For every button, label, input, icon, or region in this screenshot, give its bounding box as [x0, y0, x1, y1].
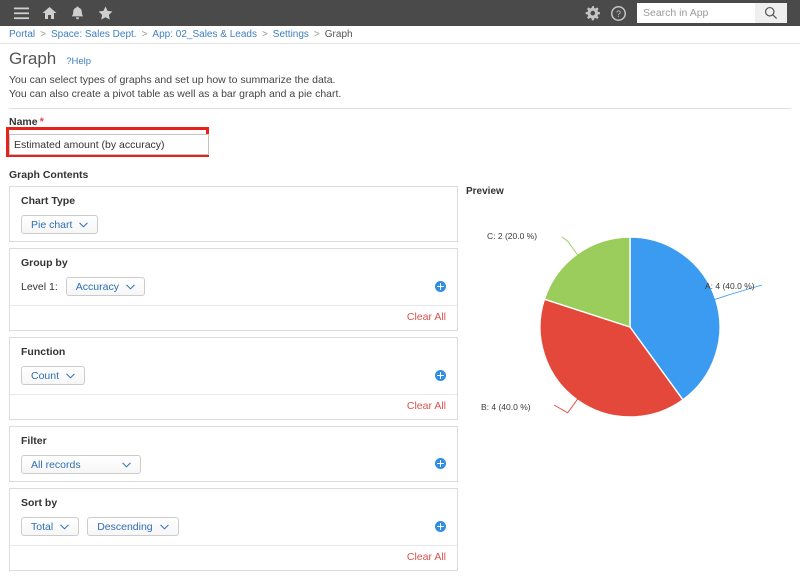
pie-chart-preview: A: 4 (40.0 %) B: 4 (40.0 %) C: 2 (20.0 %…: [462, 199, 798, 429]
page-description-line-1: You can select types of graphs and set u…: [9, 74, 336, 86]
search-bar[interactable]: [637, 3, 787, 23]
chevron-down-icon: [79, 219, 89, 231]
breadcrumb-separator: >: [141, 29, 148, 40]
content-columns: Chart Type Pie chart Group by Level 1: A…: [0, 186, 800, 577]
graph-contents-label: Graph Contents: [9, 169, 89, 181]
card-group-by: Group by Level 1: Accuracy Clear All: [9, 248, 458, 331]
group-by-field-value: Accuracy: [75, 280, 119, 293]
breadcrumb-separator: >: [40, 29, 46, 40]
pie-label-c: C: 2 (20.0 %): [487, 231, 538, 241]
search-input[interactable]: [637, 3, 755, 23]
search-icon: [764, 6, 778, 20]
svg-text:?: ?: [616, 8, 621, 18]
breadcrumb-item-graph: Graph: [324, 29, 353, 40]
chart-type-value: Pie chart: [31, 218, 73, 231]
chevron-down-icon: [60, 521, 69, 533]
chart-type-controls: Pie chart: [21, 215, 446, 234]
sort-by-order-value: Descending: [97, 520, 153, 533]
home-icon[interactable]: [36, 0, 62, 26]
preview-column: Preview A: 4 (40.0 %) B: 4 (40.0 %) C: 2…: [458, 186, 800, 429]
card-chart-type: Chart Type Pie chart: [9, 186, 458, 242]
add-group-by-button[interactable]: [435, 281, 446, 292]
card-title-function: Function: [21, 346, 66, 358]
breadcrumb-separator: >: [261, 29, 268, 40]
breadcrumb-item-portal[interactable]: Portal: [9, 29, 35, 40]
page-header: Graph ?Help You can select types of grap…: [0, 45, 800, 101]
top-bar-right: ?: [579, 0, 800, 26]
name-input[interactable]: [9, 134, 209, 155]
page-description-line-2: You can also create a pivot table as wel…: [9, 88, 342, 100]
sort-by-order-dropdown[interactable]: Descending: [87, 517, 179, 536]
card-sort-by: Sort by Total Descending Clear All: [9, 488, 458, 571]
group-by-level-label: Level 1:: [21, 280, 58, 293]
star-icon[interactable]: [92, 0, 118, 26]
search-button[interactable]: [755, 3, 787, 23]
name-field-group: Name *: [0, 109, 800, 157]
settings-column: Chart Type Pie chart Group by Level 1: A…: [0, 186, 458, 577]
top-bar-left-icons: [0, 0, 118, 26]
breadcrumb-separator: >: [313, 29, 320, 40]
group-by-controls: Level 1: Accuracy: [21, 277, 446, 296]
function-controls: Count: [21, 366, 446, 385]
pie-label-a: A: 4 (40.0 %): [705, 281, 755, 291]
chevron-down-icon: [159, 521, 169, 533]
add-filter-button[interactable]: [435, 458, 446, 469]
pie-label-b: B: 4 (40.0 %): [481, 402, 531, 412]
card-title-filter: Filter: [21, 435, 47, 447]
breadcrumb-item-app[interactable]: App: 02_Sales & Leads: [152, 29, 257, 40]
filter-value: All records: [31, 458, 81, 471]
page-title: Graph: [9, 49, 57, 68]
page-content: Graph ?Help You can select types of grap…: [0, 45, 800, 577]
chevron-down-icon: [126, 281, 135, 293]
clear-all-function[interactable]: Clear All: [21, 395, 446, 412]
clear-all-sort-by[interactable]: Clear All: [21, 546, 446, 563]
bell-icon[interactable]: [64, 0, 90, 26]
card-filter: Filter All records: [9, 426, 458, 482]
group-by-field-dropdown[interactable]: Accuracy: [65, 277, 145, 296]
filter-controls: All records: [21, 455, 446, 474]
add-sort-by-button[interactable]: [435, 521, 446, 532]
card-title-sort-by: Sort by: [21, 497, 58, 509]
card-title-chart-type: Chart Type: [21, 195, 76, 207]
card-function: Function Count Clear All: [9, 337, 458, 420]
title-row: Graph ?Help: [9, 45, 791, 73]
gear-icon[interactable]: [579, 0, 605, 26]
chart-type-dropdown[interactable]: Pie chart: [21, 215, 99, 234]
breadcrumb-item-settings[interactable]: Settings: [273, 29, 309, 40]
help-link[interactable]: ?Help: [66, 56, 91, 67]
help-icon[interactable]: ?: [605, 0, 631, 26]
function-value: Count: [31, 369, 60, 382]
sort-by-controls: Total Descending: [21, 517, 446, 536]
card-title-group-by: Group by: [21, 257, 68, 269]
add-function-button[interactable]: [435, 370, 446, 381]
sort-by-key-value: Total: [31, 520, 54, 533]
function-dropdown[interactable]: Count: [21, 366, 86, 385]
pie-leader-b: [553, 397, 579, 414]
clear-all-group-by[interactable]: Clear All: [21, 306, 446, 323]
pie-slices: [539, 236, 721, 418]
top-bar: ?: [0, 0, 800, 26]
menu-icon[interactable]: [8, 0, 34, 26]
breadcrumb: Portal > Space: Sales Dept. > App: 02_Sa…: [0, 26, 800, 44]
chevron-down-icon: [66, 370, 75, 382]
preview-label: Preview: [466, 186, 504, 197]
pie-leader-c: [561, 236, 579, 257]
sort-by-key-dropdown[interactable]: Total: [21, 517, 80, 536]
filter-dropdown[interactable]: All records: [21, 455, 141, 474]
chevron-down-icon: [122, 459, 131, 471]
breadcrumb-item-space[interactable]: Space: Sales Dept.: [51, 29, 137, 40]
